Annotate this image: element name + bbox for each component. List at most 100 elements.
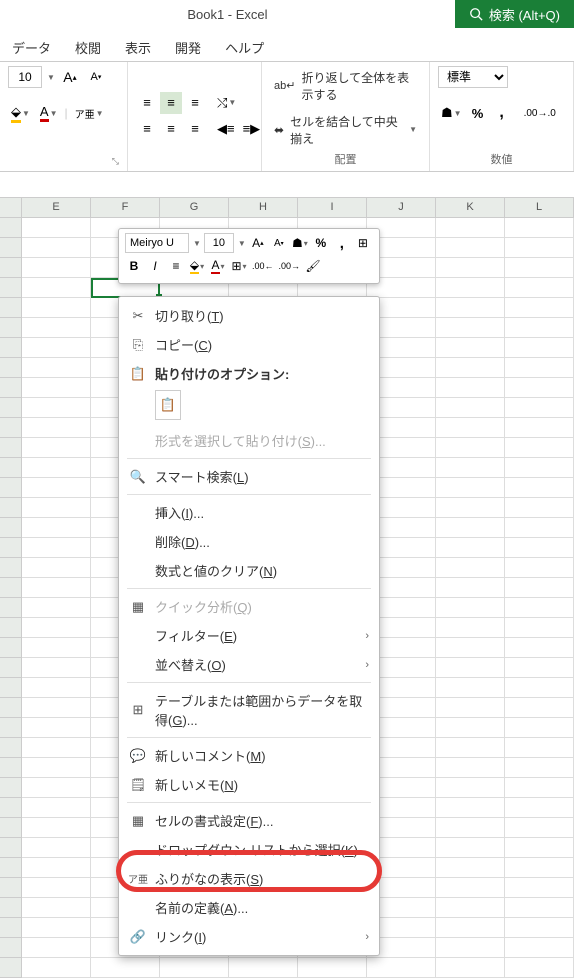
mini-size-input[interactable] xyxy=(204,233,234,253)
cell[interactable] xyxy=(505,478,574,498)
mini-fill-color[interactable]: ⬙▾ xyxy=(188,256,206,276)
col-header[interactable]: F xyxy=(91,198,160,217)
cell[interactable] xyxy=(436,398,505,418)
cell[interactable] xyxy=(505,718,574,738)
row-header[interactable] xyxy=(0,278,22,298)
mini-align[interactable]: ≡ xyxy=(167,256,185,276)
row-header[interactable] xyxy=(0,538,22,558)
cell[interactable] xyxy=(436,578,505,598)
decrease-indent-button[interactable]: ◀≡ xyxy=(214,118,238,140)
cell[interactable] xyxy=(22,938,91,958)
cell[interactable] xyxy=(505,238,574,258)
cell[interactable] xyxy=(436,258,505,278)
mini-font-input[interactable] xyxy=(125,233,189,253)
mini-font-dd[interactable]: ▼ xyxy=(193,239,201,248)
row-header[interactable] xyxy=(0,598,22,618)
cell[interactable] xyxy=(22,358,91,378)
row-header[interactable] xyxy=(0,658,22,678)
cell[interactable] xyxy=(436,278,505,298)
increase-decimal-button[interactable]: .00→.0 xyxy=(521,102,559,124)
cell[interactable] xyxy=(22,838,91,858)
cell[interactable] xyxy=(505,678,574,698)
increase-font-button[interactable]: A▴ xyxy=(59,66,81,88)
cell[interactable] xyxy=(505,838,574,858)
cell[interactable] xyxy=(436,958,505,978)
row-header[interactable] xyxy=(0,498,22,518)
cell[interactable] xyxy=(505,418,574,438)
row-header[interactable] xyxy=(0,758,22,778)
menu-table-data[interactable]: ⊞ テーブルまたは範囲からデータを取得(G)... xyxy=(119,686,379,734)
align-left-button[interactable]: ≡ xyxy=(136,118,158,140)
cell[interactable] xyxy=(22,898,91,918)
cell[interactable] xyxy=(22,558,91,578)
cell[interactable] xyxy=(22,538,91,558)
cell[interactable] xyxy=(22,338,91,358)
cell[interactable] xyxy=(505,878,574,898)
cell[interactable] xyxy=(22,758,91,778)
row-header[interactable] xyxy=(0,358,22,378)
cell[interactable] xyxy=(22,578,91,598)
cell[interactable] xyxy=(436,358,505,378)
menu-insert[interactable]: 挿入(I)... xyxy=(119,498,379,527)
menu-copy[interactable]: ⎘ コピー(C) xyxy=(119,330,379,359)
cell[interactable] xyxy=(436,458,505,478)
cell[interactable] xyxy=(505,538,574,558)
col-header[interactable]: E xyxy=(22,198,91,217)
cell[interactable] xyxy=(505,658,574,678)
cell[interactable] xyxy=(229,958,298,978)
row-header[interactable] xyxy=(0,638,22,658)
font-size-input[interactable] xyxy=(8,66,42,88)
cell[interactable] xyxy=(505,638,574,658)
mini-inc-decimal[interactable]: .00← xyxy=(251,256,275,276)
cell[interactable] xyxy=(22,398,91,418)
row-header[interactable] xyxy=(0,438,22,458)
row-header[interactable] xyxy=(0,918,22,938)
cell[interactable] xyxy=(22,818,91,838)
menu-delete[interactable]: 削除(D)... xyxy=(119,527,379,556)
cell[interactable] xyxy=(436,318,505,338)
mini-accounting[interactable]: ☗▾ xyxy=(291,233,309,253)
cell[interactable] xyxy=(505,858,574,878)
tab-developer[interactable]: 開発 xyxy=(173,34,203,61)
row-header[interactable] xyxy=(0,578,22,598)
cell[interactable] xyxy=(505,278,574,298)
row-header[interactable] xyxy=(0,318,22,338)
cell[interactable] xyxy=(505,558,574,578)
cell[interactable] xyxy=(436,838,505,858)
cell[interactable] xyxy=(505,498,574,518)
cell[interactable] xyxy=(22,638,91,658)
cell[interactable] xyxy=(22,718,91,738)
row-header[interactable] xyxy=(0,238,22,258)
cell[interactable] xyxy=(505,398,574,418)
cell[interactable] xyxy=(436,638,505,658)
tab-data[interactable]: データ xyxy=(10,34,53,61)
row-header[interactable] xyxy=(0,818,22,838)
cell[interactable] xyxy=(505,578,574,598)
cell[interactable] xyxy=(22,878,91,898)
cell[interactable] xyxy=(22,438,91,458)
cell[interactable] xyxy=(436,478,505,498)
cell[interactable] xyxy=(22,778,91,798)
cell[interactable] xyxy=(436,678,505,698)
cell[interactable] xyxy=(436,878,505,898)
row-header[interactable] xyxy=(0,678,22,698)
mini-comma[interactable]: , xyxy=(333,233,351,253)
row-header[interactable] xyxy=(0,698,22,718)
increase-indent-button[interactable]: ≡▶ xyxy=(240,118,264,140)
cell[interactable] xyxy=(436,698,505,718)
row-header[interactable] xyxy=(0,898,22,918)
cell[interactable] xyxy=(505,438,574,458)
align-center-button[interactable]: ≡ xyxy=(160,118,182,140)
row-header[interactable] xyxy=(0,398,22,418)
row-header[interactable] xyxy=(0,618,22,638)
cell[interactable] xyxy=(436,298,505,318)
number-format-select[interactable]: 標準 xyxy=(438,66,508,88)
cell[interactable] xyxy=(505,758,574,778)
cell[interactable] xyxy=(22,418,91,438)
cell[interactable] xyxy=(22,798,91,818)
row-header[interactable] xyxy=(0,258,22,278)
phonetic-button[interactable]: ア亜▼ xyxy=(72,102,107,124)
cell[interactable] xyxy=(22,218,91,238)
cell[interactable] xyxy=(505,778,574,798)
cell[interactable] xyxy=(436,598,505,618)
